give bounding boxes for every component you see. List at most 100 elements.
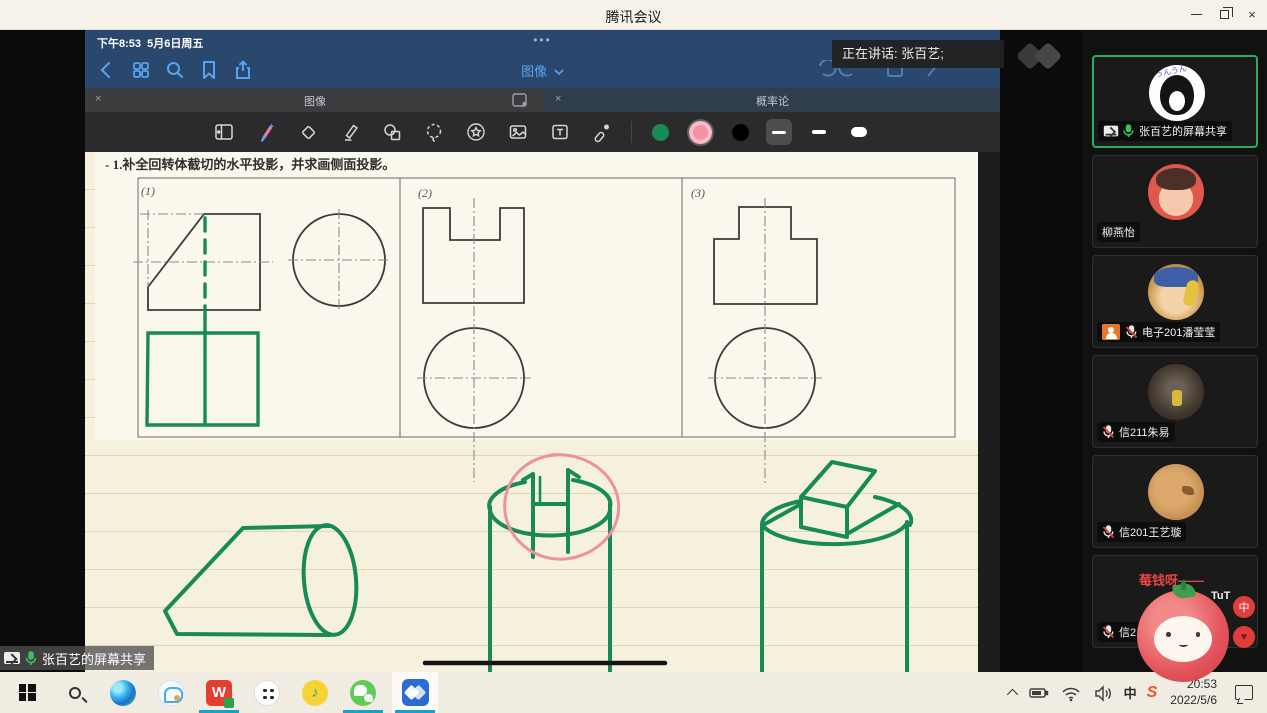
stroke-width-thin-selected[interactable] [766, 119, 792, 145]
participant-name-label: 信201王艺璇 [1097, 522, 1186, 542]
sticker-text-2: TuT [1211, 590, 1230, 602]
forest-photo-avatar [1148, 364, 1204, 420]
drawing-toolbar [85, 112, 1000, 152]
thick-stroke-icon [851, 127, 867, 137]
pearl-earring-avatar [1148, 264, 1204, 320]
edge-browser-button[interactable] [100, 672, 146, 713]
medium-stroke-icon [812, 130, 826, 135]
worksheet-drawings [85, 152, 978, 672]
participant-tile[interactable]: 柳燕怡 [1092, 155, 1258, 248]
wechat-button[interactable] [340, 672, 386, 713]
tray-date: 2022/5/6 [1170, 693, 1217, 709]
text-tool-icon[interactable] [547, 119, 573, 145]
sogou-input-icon[interactable]: S [1147, 684, 1158, 702]
shapes-tool-icon[interactable] [379, 119, 405, 145]
tencent-meeting-watermark-icon [1012, 40, 1074, 72]
shared-screen: 下午8:53 5月6日周五 ••• 图像 [85, 30, 1000, 672]
cat-avatar [1148, 464, 1204, 520]
black-color-dot [732, 124, 749, 141]
maximize-button[interactable] [1209, 0, 1239, 29]
participant-tile[interactable]: 电子201潘莹莹 [1092, 255, 1258, 348]
tab-image[interactable]: × 图像 [85, 88, 545, 112]
chat-app-icon [158, 680, 184, 706]
screen-share-icon [4, 652, 20, 664]
system-tray: 中 S 20:53 2022/5/6 [1005, 672, 1263, 713]
participant-tile[interactable]: 信211朱易 [1092, 355, 1258, 448]
participant-name: 信201王艺璇 [1119, 524, 1181, 540]
toolbar-divider [631, 121, 632, 143]
action-center-icon[interactable] [1235, 685, 1253, 700]
badge-clothes-icon: ♥ [1233, 626, 1255, 648]
laser-pointer-icon[interactable] [589, 119, 615, 145]
meeting-stage: 下午8:53 5月6日周五 ••• 图像 [0, 30, 1083, 672]
tray-expand-chevron-icon[interactable] [1010, 689, 1018, 697]
minimize-icon [1191, 14, 1202, 16]
mic-on-icon [24, 651, 38, 666]
tomato-avatar [1137, 590, 1229, 682]
volume-icon[interactable] [1092, 682, 1114, 704]
mic-muted-icon [1102, 625, 1116, 640]
highlighter-icon[interactable] [337, 119, 363, 145]
mic-on-icon [1122, 124, 1136, 139]
stroke-width-medium[interactable] [806, 119, 832, 145]
color-black[interactable] [728, 120, 752, 144]
color-green[interactable] [648, 120, 672, 144]
music-note-icon: ♪ [302, 680, 328, 706]
participant-name-label: 电子201潘莹莹 [1097, 322, 1220, 342]
participant-name-label: 信211朱易 [1097, 422, 1175, 442]
page-panel-icon[interactable] [211, 119, 237, 145]
thin-stroke-icon [772, 131, 786, 134]
chat-app-button[interactable] [148, 672, 194, 713]
windows-taskbar: W ♪ 中 S 20:53 2022/5/6 [0, 672, 1267, 713]
windows-logo-icon [19, 684, 36, 701]
participant-name: 电子201潘莹莹 [1142, 324, 1215, 340]
search-icon [69, 687, 81, 699]
stroke-width-thick[interactable] [846, 119, 872, 145]
sticker-tool-icon[interactable] [463, 119, 489, 145]
taskbar-search-button[interactable] [52, 672, 98, 713]
qq-music-button[interactable]: ♪ [292, 672, 338, 713]
document-title: 图像 [521, 64, 547, 79]
color-pink-selected[interactable] [688, 120, 712, 144]
lasso-tool-icon[interactable] [421, 119, 447, 145]
battery-icon[interactable] [1028, 682, 1050, 704]
ruled-paper: - 1.补全回转体截切的水平投影，并求画侧面投影。 (1) (2) (3) [85, 152, 978, 672]
edge-icon [110, 680, 136, 706]
image-tool-icon[interactable] [505, 119, 531, 145]
participant-name-label: 柳燕怡 [1097, 222, 1140, 242]
pink-color-dot [693, 125, 708, 140]
participant-name-label: 张百艺的屏幕共享 [1098, 121, 1232, 141]
mic-muted-icon [1125, 325, 1139, 340]
note-canvas[interactable]: - 1.补全回转体截切的水平投影，并求画侧面投影。 (1) (2) (3) [85, 152, 1000, 672]
cartoon-girl-avatar [1148, 164, 1204, 220]
document-tabbar: × 图像 × 概率论 [85, 88, 1000, 112]
share-label-text: 张百艺的屏幕共享 [42, 649, 146, 668]
close-button[interactable]: × [1237, 0, 1267, 29]
split-view-icon[interactable] [509, 89, 531, 111]
dots-app-icon [254, 680, 280, 706]
tencent-meeting-button[interactable] [392, 672, 438, 713]
wps-office-button[interactable]: W [196, 672, 242, 713]
member-badge-icon [1102, 324, 1120, 340]
pen-tool-icon-active[interactable] [253, 119, 279, 145]
participant-tile[interactable]: うんうん 张百艺的屏幕共享 [1092, 55, 1258, 148]
ime-indicator[interactable]: 中 [1124, 683, 1137, 702]
participant-tile[interactable]: 莓钱呀—— TuT 中 ♥ 信2 [1092, 555, 1258, 648]
wifi-icon[interactable] [1060, 682, 1082, 704]
tencent-meeting-icon [402, 679, 429, 706]
green-color-dot [652, 124, 669, 141]
participant-tile[interactable]: 信201王艺璇 [1092, 455, 1258, 548]
eraser-icon[interactable] [295, 119, 321, 145]
tab-probability[interactable]: × 概率论 [545, 88, 1000, 112]
participant-name: 柳燕怡 [1102, 224, 1135, 240]
minimize-button[interactable] [1181, 0, 1211, 29]
start-button[interactable] [4, 672, 50, 713]
wechat-icon [350, 680, 376, 706]
tab-image-label: 图像 [85, 93, 545, 109]
tab-probability-label: 概率论 [545, 93, 1000, 109]
participant-name: 信211朱易 [1119, 424, 1170, 440]
window-title: 腾讯会议 [0, 7, 1267, 27]
speaking-banner: 正在讲话: 张百艺; [832, 40, 1004, 68]
dots-app-button[interactable] [244, 672, 290, 713]
restore-icon [1220, 10, 1229, 19]
